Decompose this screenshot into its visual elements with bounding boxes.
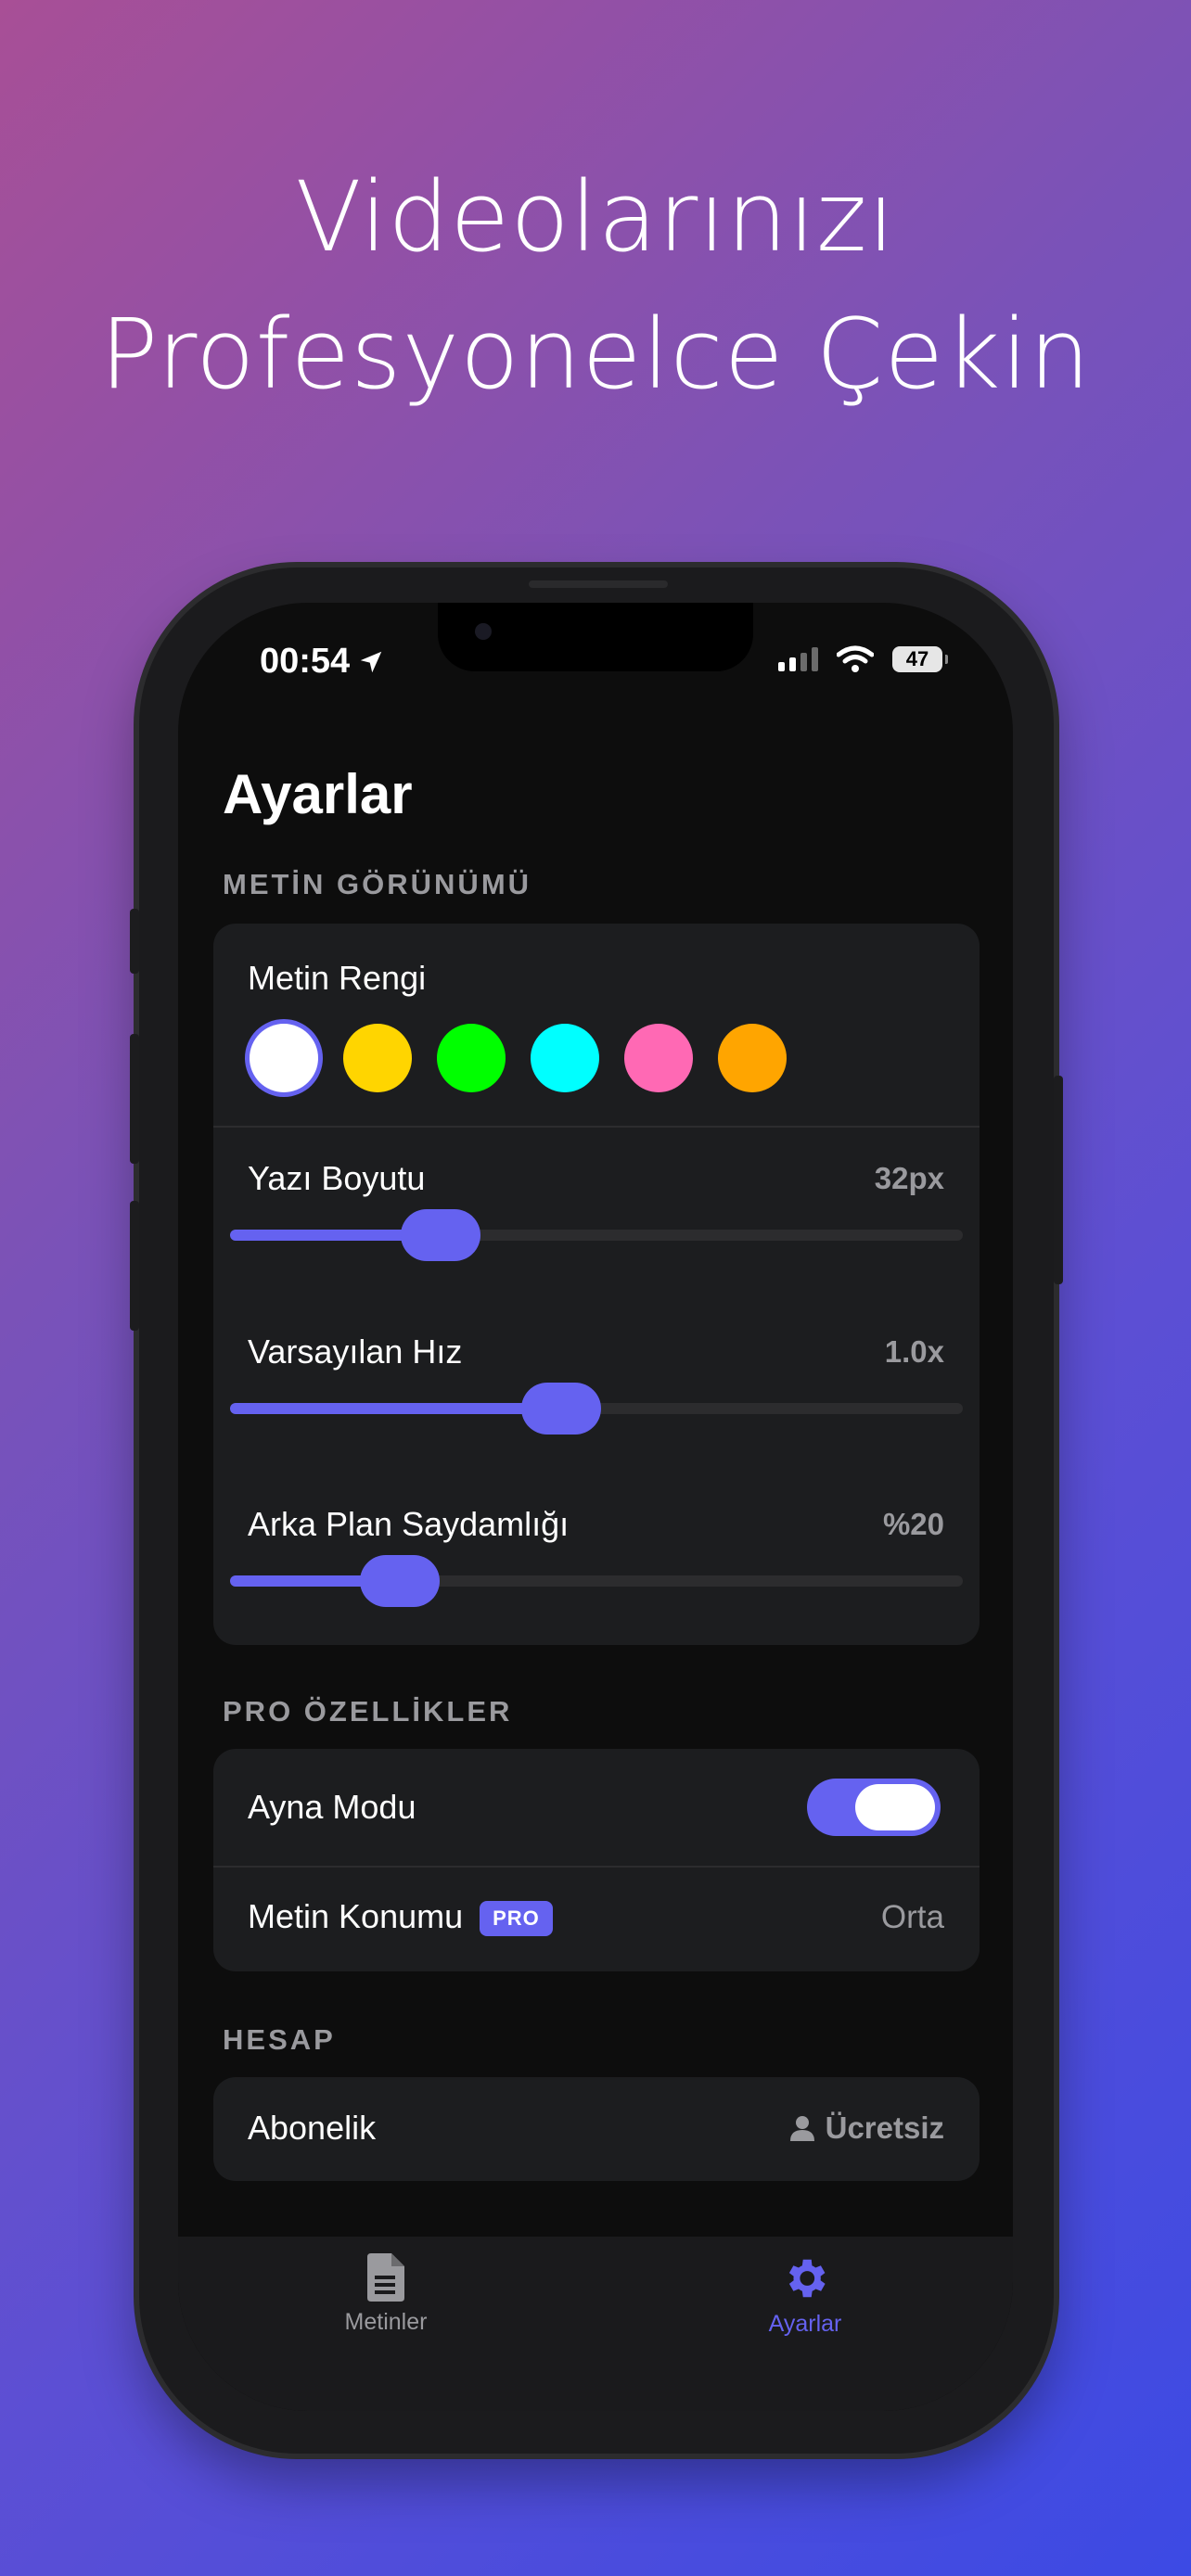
tab-label: Metinler	[344, 2309, 428, 2335]
pro-features-card: Ayna Modu Metin Konumu PRO Orta	[213, 1749, 980, 1971]
section-label-pro-features: PRO ÖZELLİKLER	[223, 1695, 513, 1728]
text-appearance-card: Metin Rengi Yazı Boyutu 32px Varsayılan …	[213, 924, 980, 1645]
headline-line-1: Videolarınızı	[295, 160, 896, 274]
color-swatch-pink[interactable]	[624, 1024, 693, 1092]
bg-opacity-label: Arka Plan Saydamlığı	[248, 1505, 570, 1543]
color-swatch-yellow[interactable]	[343, 1024, 412, 1092]
bg-opacity-value: %20	[882, 1507, 944, 1541]
section-label-account: HESAP	[223, 2023, 336, 2056]
font-size-slider[interactable]	[230, 1209, 963, 1261]
headline-line-2: Profesyonelce Çekin	[99, 298, 1092, 411]
subscription-label: Abonelik	[248, 2109, 377, 2147]
bg-opacity-slider[interactable]	[230, 1555, 963, 1607]
font-size-slider-thumb[interactable]	[401, 1209, 480, 1261]
color-swatch-orange[interactable]	[718, 1024, 787, 1092]
divider	[213, 1866, 980, 1868]
color-swatch-cyan[interactable]	[531, 1024, 599, 1092]
text-position-value: Orta	[880, 1899, 944, 1935]
notch	[438, 603, 753, 671]
font-size-label: Yazı Boyutu	[248, 1159, 426, 1197]
color-swatch-white[interactable]	[250, 1024, 318, 1092]
phone-side-button-right	[1054, 1076, 1063, 1284]
pro-badge: PRO	[480, 1901, 553, 1937]
tab-bar: Metinler Ayarlar	[178, 2237, 1013, 2411]
text-color-label: Metin Rengi	[248, 959, 427, 997]
tab-ayarlar[interactable]: Ayarlar	[712, 2253, 898, 2338]
account-card: Abonelik Ücretsiz	[213, 2077, 980, 2181]
default-speed-slider-fill	[230, 1403, 562, 1414]
tab-metinler[interactable]: Metinler	[293, 2253, 479, 2336]
location-arrow-icon	[360, 651, 382, 672]
phone-side-button-left-3	[130, 1201, 139, 1331]
wifi-icon	[837, 645, 874, 672]
default-speed-value: 1.0x	[884, 1334, 944, 1369]
mirror-mode-label: Ayna Modu	[248, 1788, 416, 1826]
subscription-value[interactable]: Ücretsiz	[789, 2111, 944, 2146]
page-title: Ayarlar	[223, 763, 413, 825]
phone-side-button-left-2	[130, 1034, 139, 1164]
default-speed-slider[interactable]	[230, 1383, 963, 1435]
color-swatch-green[interactable]	[437, 1024, 506, 1092]
cellular-signal-icon	[778, 647, 818, 671]
bg-opacity-slider-thumb[interactable]	[360, 1555, 440, 1607]
section-label-text-appearance: METİN GÖRÜNÜMÜ	[223, 868, 532, 900]
text-position-row[interactable]: Metin Konumu PRO	[248, 1897, 553, 1937]
subscription-value-text: Ücretsiz	[825, 2111, 944, 2145]
user-icon	[789, 2116, 814, 2141]
toggle-knob	[855, 1784, 935, 1830]
default-speed-slider-thumb[interactable]	[521, 1383, 601, 1435]
time-text: 00:54	[260, 642, 351, 681]
divider	[213, 1126, 980, 1128]
status-bar-time: 00:54	[260, 642, 385, 682]
phone-screen: 00:54 47 Ayarlar METİN GÖRÜNÜMÜ Metin Re…	[178, 603, 1013, 2411]
gear-icon	[788, 2259, 826, 2298]
mirror-mode-toggle[interactable]	[807, 1779, 941, 1836]
font-size-value: 32px	[874, 1161, 944, 1195]
phone-speaker	[529, 580, 668, 588]
tab-label: Ayarlar	[768, 2311, 842, 2337]
front-camera-icon	[475, 623, 492, 640]
phone-side-button-left-1	[130, 909, 139, 974]
promo-headline: Videolarınızı Profesyonelce Çekin	[0, 148, 1191, 423]
status-bar-indicators: 47	[778, 645, 948, 673]
default-speed-label: Varsayılan Hız	[248, 1333, 463, 1371]
battery-icon: 47	[892, 646, 948, 672]
text-position-label: Metin Konumu	[248, 1897, 464, 1935]
document-icon	[367, 2253, 404, 2302]
